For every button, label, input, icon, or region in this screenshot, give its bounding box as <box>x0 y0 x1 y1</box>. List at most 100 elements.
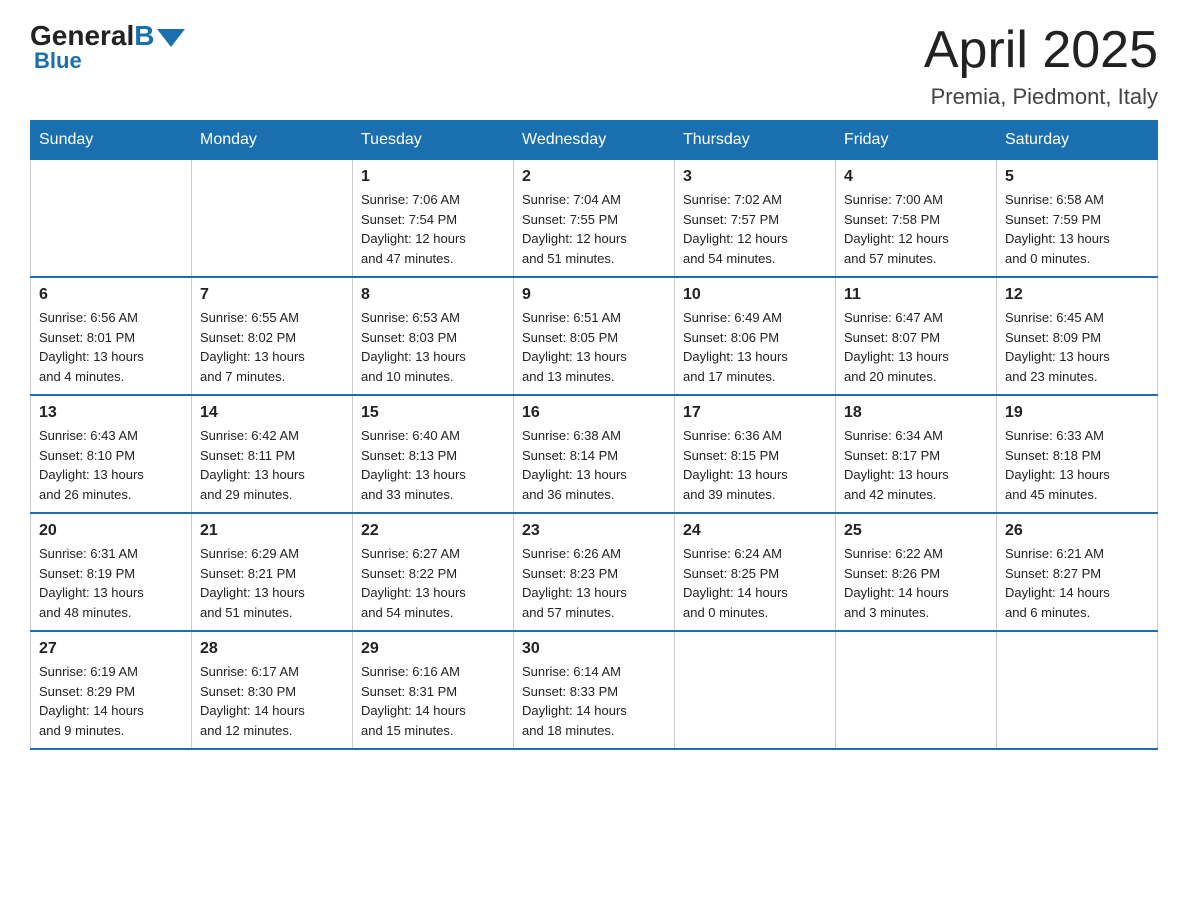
day-info: Sunrise: 6:36 AMSunset: 8:15 PMDaylight:… <box>683 426 827 504</box>
week-row-5: 27 Sunrise: 6:19 AMSunset: 8:29 PMDayligh… <box>31 631 1158 749</box>
day-info: Sunrise: 7:06 AMSunset: 7:54 PMDaylight:… <box>361 190 505 268</box>
logo-blue-text: B <box>134 20 154 52</box>
logo-arrow-icon <box>157 29 185 47</box>
logo-sub: Blue <box>34 48 82 74</box>
calendar-cell: 30 Sunrise: 6:14 AMSunset: 8:33 PMDayligh… <box>514 631 675 749</box>
calendar-cell: 22Sunrise: 6:27 AMSunset: 8:22 PMDayligh… <box>353 513 514 631</box>
calendar-cell: 26Sunrise: 6:21 AMSunset: 8:27 PMDayligh… <box>997 513 1158 631</box>
day-info: Sunrise: 6:43 AMSunset: 8:10 PMDaylight:… <box>39 426 183 504</box>
calendar-cell: 12 Sunrise: 6:45 AMSunset: 8:09 PMDayligh… <box>997 277 1158 395</box>
calendar-cell: 28 Sunrise: 6:17 AMSunset: 8:30 PMDayligh… <box>192 631 353 749</box>
day-number: 13 <box>39 404 183 422</box>
day-info: Sunrise: 6:16 AMSunset: 8:31 PMDaylight:… <box>361 662 505 740</box>
day-info: Sunrise: 6:42 AMSunset: 8:11 PMDaylight:… <box>200 426 344 504</box>
day-info: Sunrise: 6:27 AMSunset: 8:22 PMDaylight:… <box>361 544 505 622</box>
calendar-cell: 23Sunrise: 6:26 AMSunset: 8:23 PMDayligh… <box>514 513 675 631</box>
week-row-2: 6Sunrise: 6:56 AMSunset: 8:01 PMDaylight… <box>31 277 1158 395</box>
calendar-cell: 9Sunrise: 6:51 AMSunset: 8:05 PMDaylight… <box>514 277 675 395</box>
calendar-cell <box>997 631 1158 749</box>
day-info: Sunrise: 6:31 AMSunset: 8:19 PMDaylight:… <box>39 544 183 622</box>
day-info: Sunrise: 6:14 AMSunset: 8:33 PMDaylight:… <box>522 662 666 740</box>
calendar-cell: 19 Sunrise: 6:33 AMSunset: 8:18 PMDayligh… <box>997 395 1158 513</box>
title-area: April 2025 Premia, Piedmont, Italy <box>924 20 1158 110</box>
day-number: 5 <box>1005 168 1149 186</box>
day-number: 19 <box>1005 404 1149 422</box>
calendar-cell: 16 Sunrise: 6:38 AMSunset: 8:14 PMDayligh… <box>514 395 675 513</box>
day-number: 25 <box>844 522 988 540</box>
calendar-table: SundayMondayTuesdayWednesdayThursdayFrid… <box>30 120 1158 750</box>
day-number: 4 <box>844 168 988 186</box>
day-number: 14 <box>200 404 344 422</box>
calendar-cell: 8Sunrise: 6:53 AMSunset: 8:03 PMDaylight… <box>353 277 514 395</box>
day-number: 16 <box>522 404 666 422</box>
day-info: Sunrise: 6:19 AMSunset: 8:29 PMDaylight:… <box>39 662 183 740</box>
calendar-cell: 1 Sunrise: 7:06 AMSunset: 7:54 PMDaylight… <box>353 160 514 278</box>
day-info: Sunrise: 6:24 AMSunset: 8:25 PMDaylight:… <box>683 544 827 622</box>
day-number: 1 <box>361 168 505 186</box>
weekday-header-saturday: Saturday <box>997 121 1158 160</box>
calendar-cell: 18Sunrise: 6:34 AMSunset: 8:17 PMDayligh… <box>836 395 997 513</box>
day-info: Sunrise: 6:38 AMSunset: 8:14 PMDaylight:… <box>522 426 666 504</box>
calendar-cell: 13 Sunrise: 6:43 AMSunset: 8:10 PMDayligh… <box>31 395 192 513</box>
day-info: Sunrise: 6:22 AMSunset: 8:26 PMDaylight:… <box>844 544 988 622</box>
calendar-cell: 6Sunrise: 6:56 AMSunset: 8:01 PMDaylight… <box>31 277 192 395</box>
page-header: General B Blue April 2025 Premia, Piedmo… <box>30 20 1158 110</box>
day-info: Sunrise: 6:56 AMSunset: 8:01 PMDaylight:… <box>39 308 183 386</box>
weekday-header-sunday: Sunday <box>31 121 192 160</box>
location: Premia, Piedmont, Italy <box>924 84 1158 110</box>
day-number: 27 <box>39 640 183 658</box>
calendar-cell: 15Sunrise: 6:40 AMSunset: 8:13 PMDayligh… <box>353 395 514 513</box>
calendar-cell <box>675 631 836 749</box>
weekday-header-friday: Friday <box>836 121 997 160</box>
calendar-cell: 21 Sunrise: 6:29 AMSunset: 8:21 PMDayligh… <box>192 513 353 631</box>
day-info: Sunrise: 6:17 AMSunset: 8:30 PMDaylight:… <box>200 662 344 740</box>
day-number: 29 <box>361 640 505 658</box>
calendar-cell: 27 Sunrise: 6:19 AMSunset: 8:29 PMDayligh… <box>31 631 192 749</box>
day-number: 28 <box>200 640 344 658</box>
month-title: April 2025 <box>924 20 1158 80</box>
day-number: 3 <box>683 168 827 186</box>
day-number: 21 <box>200 522 344 540</box>
day-number: 10 <box>683 286 827 304</box>
day-info: Sunrise: 6:40 AMSunset: 8:13 PMDaylight:… <box>361 426 505 504</box>
day-info: Sunrise: 6:53 AMSunset: 8:03 PMDaylight:… <box>361 308 505 386</box>
calendar-cell <box>836 631 997 749</box>
day-info: Sunrise: 6:29 AMSunset: 8:21 PMDaylight:… <box>200 544 344 622</box>
day-number: 7 <box>200 286 344 304</box>
calendar-cell: 14 Sunrise: 6:42 AMSunset: 8:11 PMDayligh… <box>192 395 353 513</box>
calendar-cell: 24 Sunrise: 6:24 AMSunset: 8:25 PMDayligh… <box>675 513 836 631</box>
calendar-cell: 2Sunrise: 7:04 AMSunset: 7:55 PMDaylight… <box>514 160 675 278</box>
day-number: 30 <box>522 640 666 658</box>
calendar-cell: 5 Sunrise: 6:58 AMSunset: 7:59 PMDaylight… <box>997 160 1158 278</box>
day-info: Sunrise: 6:33 AMSunset: 8:18 PMDaylight:… <box>1005 426 1149 504</box>
day-number: 9 <box>522 286 666 304</box>
calendar-cell: 3 Sunrise: 7:02 AMSunset: 7:57 PMDaylight… <box>675 160 836 278</box>
day-number: 11 <box>844 286 988 304</box>
calendar-cell: 4Sunrise: 7:00 AMSunset: 7:58 PMDaylight… <box>836 160 997 278</box>
week-row-4: 20 Sunrise: 6:31 AMSunset: 8:19 PMDayligh… <box>31 513 1158 631</box>
calendar-cell: 20 Sunrise: 6:31 AMSunset: 8:19 PMDayligh… <box>31 513 192 631</box>
day-info: Sunrise: 6:55 AMSunset: 8:02 PMDaylight:… <box>200 308 344 386</box>
weekday-header-row: SundayMondayTuesdayWednesdayThursdayFrid… <box>31 121 1158 160</box>
day-info: Sunrise: 6:47 AMSunset: 8:07 PMDaylight:… <box>844 308 988 386</box>
calendar-cell: 7 Sunrise: 6:55 AMSunset: 8:02 PMDaylight… <box>192 277 353 395</box>
day-number: 26 <box>1005 522 1149 540</box>
day-number: 20 <box>39 522 183 540</box>
weekday-header-tuesday: Tuesday <box>353 121 514 160</box>
calendar-cell: 29 Sunrise: 6:16 AMSunset: 8:31 PMDayligh… <box>353 631 514 749</box>
day-info: Sunrise: 7:02 AMSunset: 7:57 PMDaylight:… <box>683 190 827 268</box>
day-info: Sunrise: 6:49 AMSunset: 8:06 PMDaylight:… <box>683 308 827 386</box>
day-number: 2 <box>522 168 666 186</box>
weekday-header-monday: Monday <box>192 121 353 160</box>
day-info: Sunrise: 6:26 AMSunset: 8:23 PMDaylight:… <box>522 544 666 622</box>
day-info: Sunrise: 6:34 AMSunset: 8:17 PMDaylight:… <box>844 426 988 504</box>
day-number: 24 <box>683 522 827 540</box>
day-number: 17 <box>683 404 827 422</box>
day-info: Sunrise: 6:58 AMSunset: 7:59 PMDaylight:… <box>1005 190 1149 268</box>
calendar-cell: 17 Sunrise: 6:36 AMSunset: 8:15 PMDayligh… <box>675 395 836 513</box>
day-number: 12 <box>1005 286 1149 304</box>
week-row-1: 1 Sunrise: 7:06 AMSunset: 7:54 PMDaylight… <box>31 160 1158 278</box>
calendar-cell <box>31 160 192 278</box>
day-info: Sunrise: 6:45 AMSunset: 8:09 PMDaylight:… <box>1005 308 1149 386</box>
calendar-cell: 11 Sunrise: 6:47 AMSunset: 8:07 PMDayligh… <box>836 277 997 395</box>
